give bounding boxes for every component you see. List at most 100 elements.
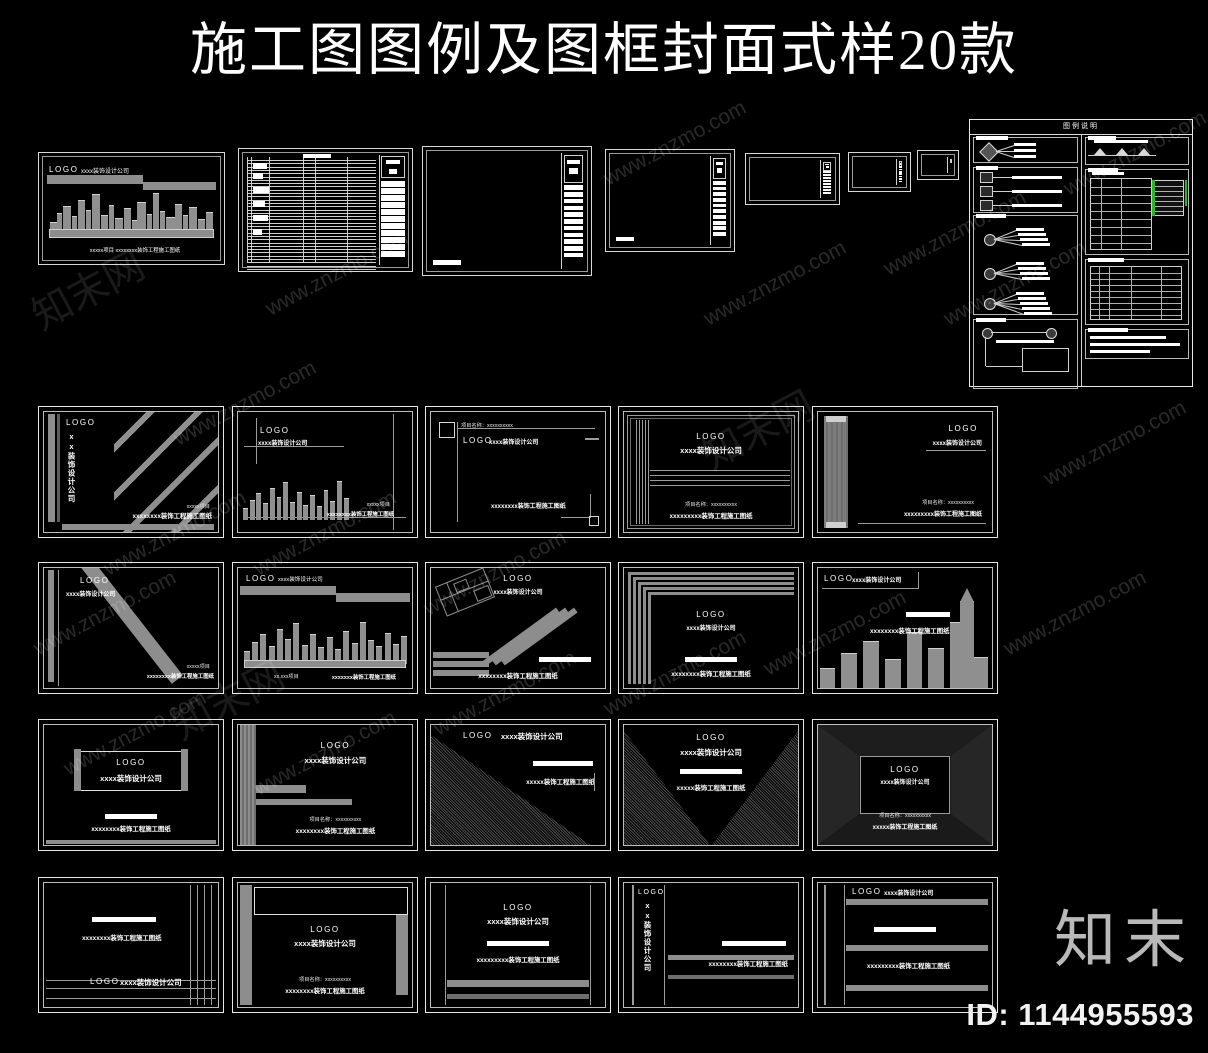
- legend-leader-line: [992, 205, 1012, 206]
- left-band-rule: [242, 725, 244, 845]
- cover-thumbnail-11[interactable]: LOGO xxxx装饰设计公司 xxxxxxxx装饰工程施工图纸: [38, 719, 224, 851]
- index-row: [247, 206, 376, 208]
- title-block-row: [564, 192, 583, 197]
- legend-leader-line: [991, 332, 1046, 333]
- cover-thumbnail-15[interactable]: LOGO xxxx装饰设计公司 项目名称：xxxxxxxxxx xxxxx装饰工程施工…: [812, 719, 998, 851]
- cover-thumbnail-12[interactable]: LOGO xxxx装饰设计公司 项目名称：xxxxxxxxxx xxxxxxxx装饰工…: [232, 719, 418, 851]
- table-row: [1090, 303, 1181, 304]
- cover-footer: xxxxxxxx装饰工程施工图纸: [708, 961, 788, 968]
- tower-spire: [960, 587, 974, 602]
- table-row: [1090, 315, 1181, 316]
- vertical-rule: [190, 885, 191, 1005]
- cover-thumbnail-7[interactable]: LOGO xxxx装饰设计公司 xx.xxx项目 xxxxxxx装饰工程施工图纸: [232, 562, 418, 694]
- index-row: [247, 176, 376, 178]
- elevation-triangle-symbol: [1093, 148, 1106, 155]
- frame-a3[interactable]: [848, 152, 911, 192]
- legend-panel[interactable]: 图例说明: [969, 119, 1193, 389]
- cover-footer: xxxxxxxx装饰工程施工图纸: [326, 512, 394, 518]
- elevation-index-symbol: [980, 172, 993, 183]
- right-vertical-rule: [590, 494, 591, 518]
- section-cut-symbol: [982, 328, 993, 339]
- cover-inner-frame: LOGO xx装饰设计公司 xxxxx项目 xxxxxxxx装饰工程施工图纸: [43, 411, 219, 533]
- project-line: xx.xxx项目: [274, 674, 299, 680]
- cover-thumbnail-18[interactable]: LOGO xxxx装饰设计公司 xxxxxxxxx装饰工程施工图纸: [425, 877, 611, 1013]
- cover-thumbnail-16[interactable]: xxxxxxxx装饰工程施工图纸 LOGO xxxx装饰设计公司: [38, 877, 224, 1013]
- index-title-row: [381, 230, 405, 236]
- column-rule: [826, 418, 828, 526]
- shelf-band-mid: [846, 945, 988, 951]
- cover-thumbnail-5[interactable]: LOGO xxxx装饰设计公司 项目名称：xxxxxxxxxx xxxxxxxxx装饰…: [812, 406, 998, 538]
- scale-mark: [616, 237, 634, 241]
- index-column-rule: [303, 157, 304, 263]
- footer-band-2: [447, 994, 589, 999]
- legend-label-line: [1018, 267, 1046, 270]
- white-bar: [685, 657, 737, 662]
- right-rule: [590, 885, 591, 1005]
- cover-thumbnail-2[interactable]: LOGO xxxx装饰设计公司 xxxxx项目 xxxxxxxx装饰工程施工图纸: [232, 406, 418, 538]
- legend-title: 图例说明: [970, 120, 1192, 135]
- project-name-field: 项目名称：xxxxxxxxxx: [879, 813, 931, 819]
- title-block-row: [713, 180, 726, 185]
- cover-thumbnail-10[interactable]: LOGO xxxx装饰设计公司 xxxxxxxx装饰工程施工图纸: [812, 562, 998, 694]
- bent-band-horizontal: [433, 661, 489, 667]
- cover-thumbnail-3[interactable]: 项目名称：xxxxxxxxxx LOGO xxxx装饰设计公司 xxxxxxxx装饰工…: [425, 406, 611, 538]
- table-column-rule: [1100, 179, 1102, 249]
- elevation-base-line: [1087, 155, 1112, 156]
- hatched-triangle: [431, 735, 605, 845]
- logo-text: LOGO: [503, 574, 533, 583]
- project-line: xxxxx项目: [186, 664, 210, 670]
- column-cap-bottom: [826, 522, 846, 528]
- cover-thumbnail-19[interactable]: LOGO xx装饰设计公司 xxxxxxxx装饰工程施工图纸: [618, 877, 804, 1013]
- scale-mark: [433, 260, 461, 265]
- shelf-band-top: [846, 899, 988, 905]
- cover-footer: xxxxxxxx装饰工程施工图纸: [870, 628, 950, 635]
- index-row: [247, 259, 376, 260]
- legend-label-line: [1022, 307, 1050, 310]
- left-vertical-bar: [48, 570, 54, 682]
- index-title-row: [381, 244, 405, 250]
- frame-a0[interactable]: [422, 146, 592, 276]
- header-band-left: [47, 175, 143, 184]
- cover-thumbnail-8[interactable]: LOGO xxxx装饰设计公司 xxxxxxxx装饰工程施工图纸: [425, 562, 611, 694]
- cover-thumbnail-6[interactable]: LOGO xxxx装饰设计公司 xxxxx项目 xxxxxxxx装饰工程施工图纸: [38, 562, 224, 694]
- cover-footer: xxxxx装饰工程施工图纸: [676, 785, 746, 792]
- cover-footer: xxxxxxxx装饰工程施工图纸: [285, 988, 365, 995]
- cover-thumbnail-14[interactable]: LOGO xxxx装饰设计公司 xxxxx装饰工程施工图纸: [618, 719, 804, 851]
- index-row: [247, 255, 376, 257]
- table-column-rule: [1098, 267, 1100, 319]
- title-block-row: [713, 220, 726, 225]
- top-cover-preview[interactable]: LOGO xxxx装饰设计公司 xxxxx项目 xxxxxxxx装饰工程施工图纸: [38, 152, 225, 265]
- logo-text: LOGO: [463, 731, 493, 740]
- nested-rule-v: [638, 582, 641, 684]
- title-block-row: [823, 176, 831, 179]
- index-column-rule: [315, 157, 316, 263]
- frame-a1[interactable]: [605, 149, 735, 252]
- table-row: [1154, 186, 1183, 187]
- cover-thumbnail-9[interactable]: LOGO xxxx装饰设计公司 xxxxxxxx装饰工程施工图纸: [618, 562, 804, 694]
- frame-a4[interactable]: [917, 150, 959, 180]
- logo-text: LOGO: [320, 741, 351, 750]
- cover-thumbnail-17[interactable]: LOGO xxxx装饰设计公司 项目名称：xxxxxxxxxx xxxxxxxx装饰工…: [232, 877, 418, 1013]
- cover-thumbnail-20[interactable]: LOGO xxxx装饰设计公司 xxxxxxxxx装饰工程施工图纸: [812, 877, 998, 1013]
- white-bar: [906, 612, 950, 617]
- sheet-inner-frame: [852, 156, 907, 188]
- skyline-graphic: [242, 618, 408, 664]
- plate-cap-right: [181, 749, 188, 791]
- legend-leader-line: [992, 191, 1012, 192]
- material-code-table: [1153, 180, 1184, 216]
- mid-band-2: [668, 975, 794, 979]
- cover-thumbnail-4[interactable]: LOGO xxxx装饰设计公司 项目名称：xxxxxxxxxx xxxxxxxxx装饰…: [618, 406, 804, 538]
- drawing-index-sheet[interactable]: [238, 148, 413, 272]
- title-block-row: [899, 171, 902, 173]
- cover-footer: xxxxx项目 xxxxxxxx装饰工程施工图纸: [89, 248, 181, 254]
- cover-footer: xxxxxxxxx装饰工程施工图纸: [476, 957, 560, 964]
- cover-thumbnail-1[interactable]: LOGO xx装饰设计公司 xxxxx项目 xxxxxxxx装饰工程施工图纸: [38, 406, 224, 538]
- index-row: [247, 245, 376, 247]
- frame-a2[interactable]: [745, 153, 840, 205]
- cover-thumbnail-13[interactable]: LOGO xxxx装饰设计公司 xxxxx装饰工程施工图纸: [425, 719, 611, 851]
- title-block-row: [823, 170, 831, 173]
- index-column-rule: [347, 157, 348, 263]
- legend-label-line: [1014, 143, 1036, 146]
- table-row: [1090, 285, 1181, 286]
- table-row: [1090, 297, 1181, 298]
